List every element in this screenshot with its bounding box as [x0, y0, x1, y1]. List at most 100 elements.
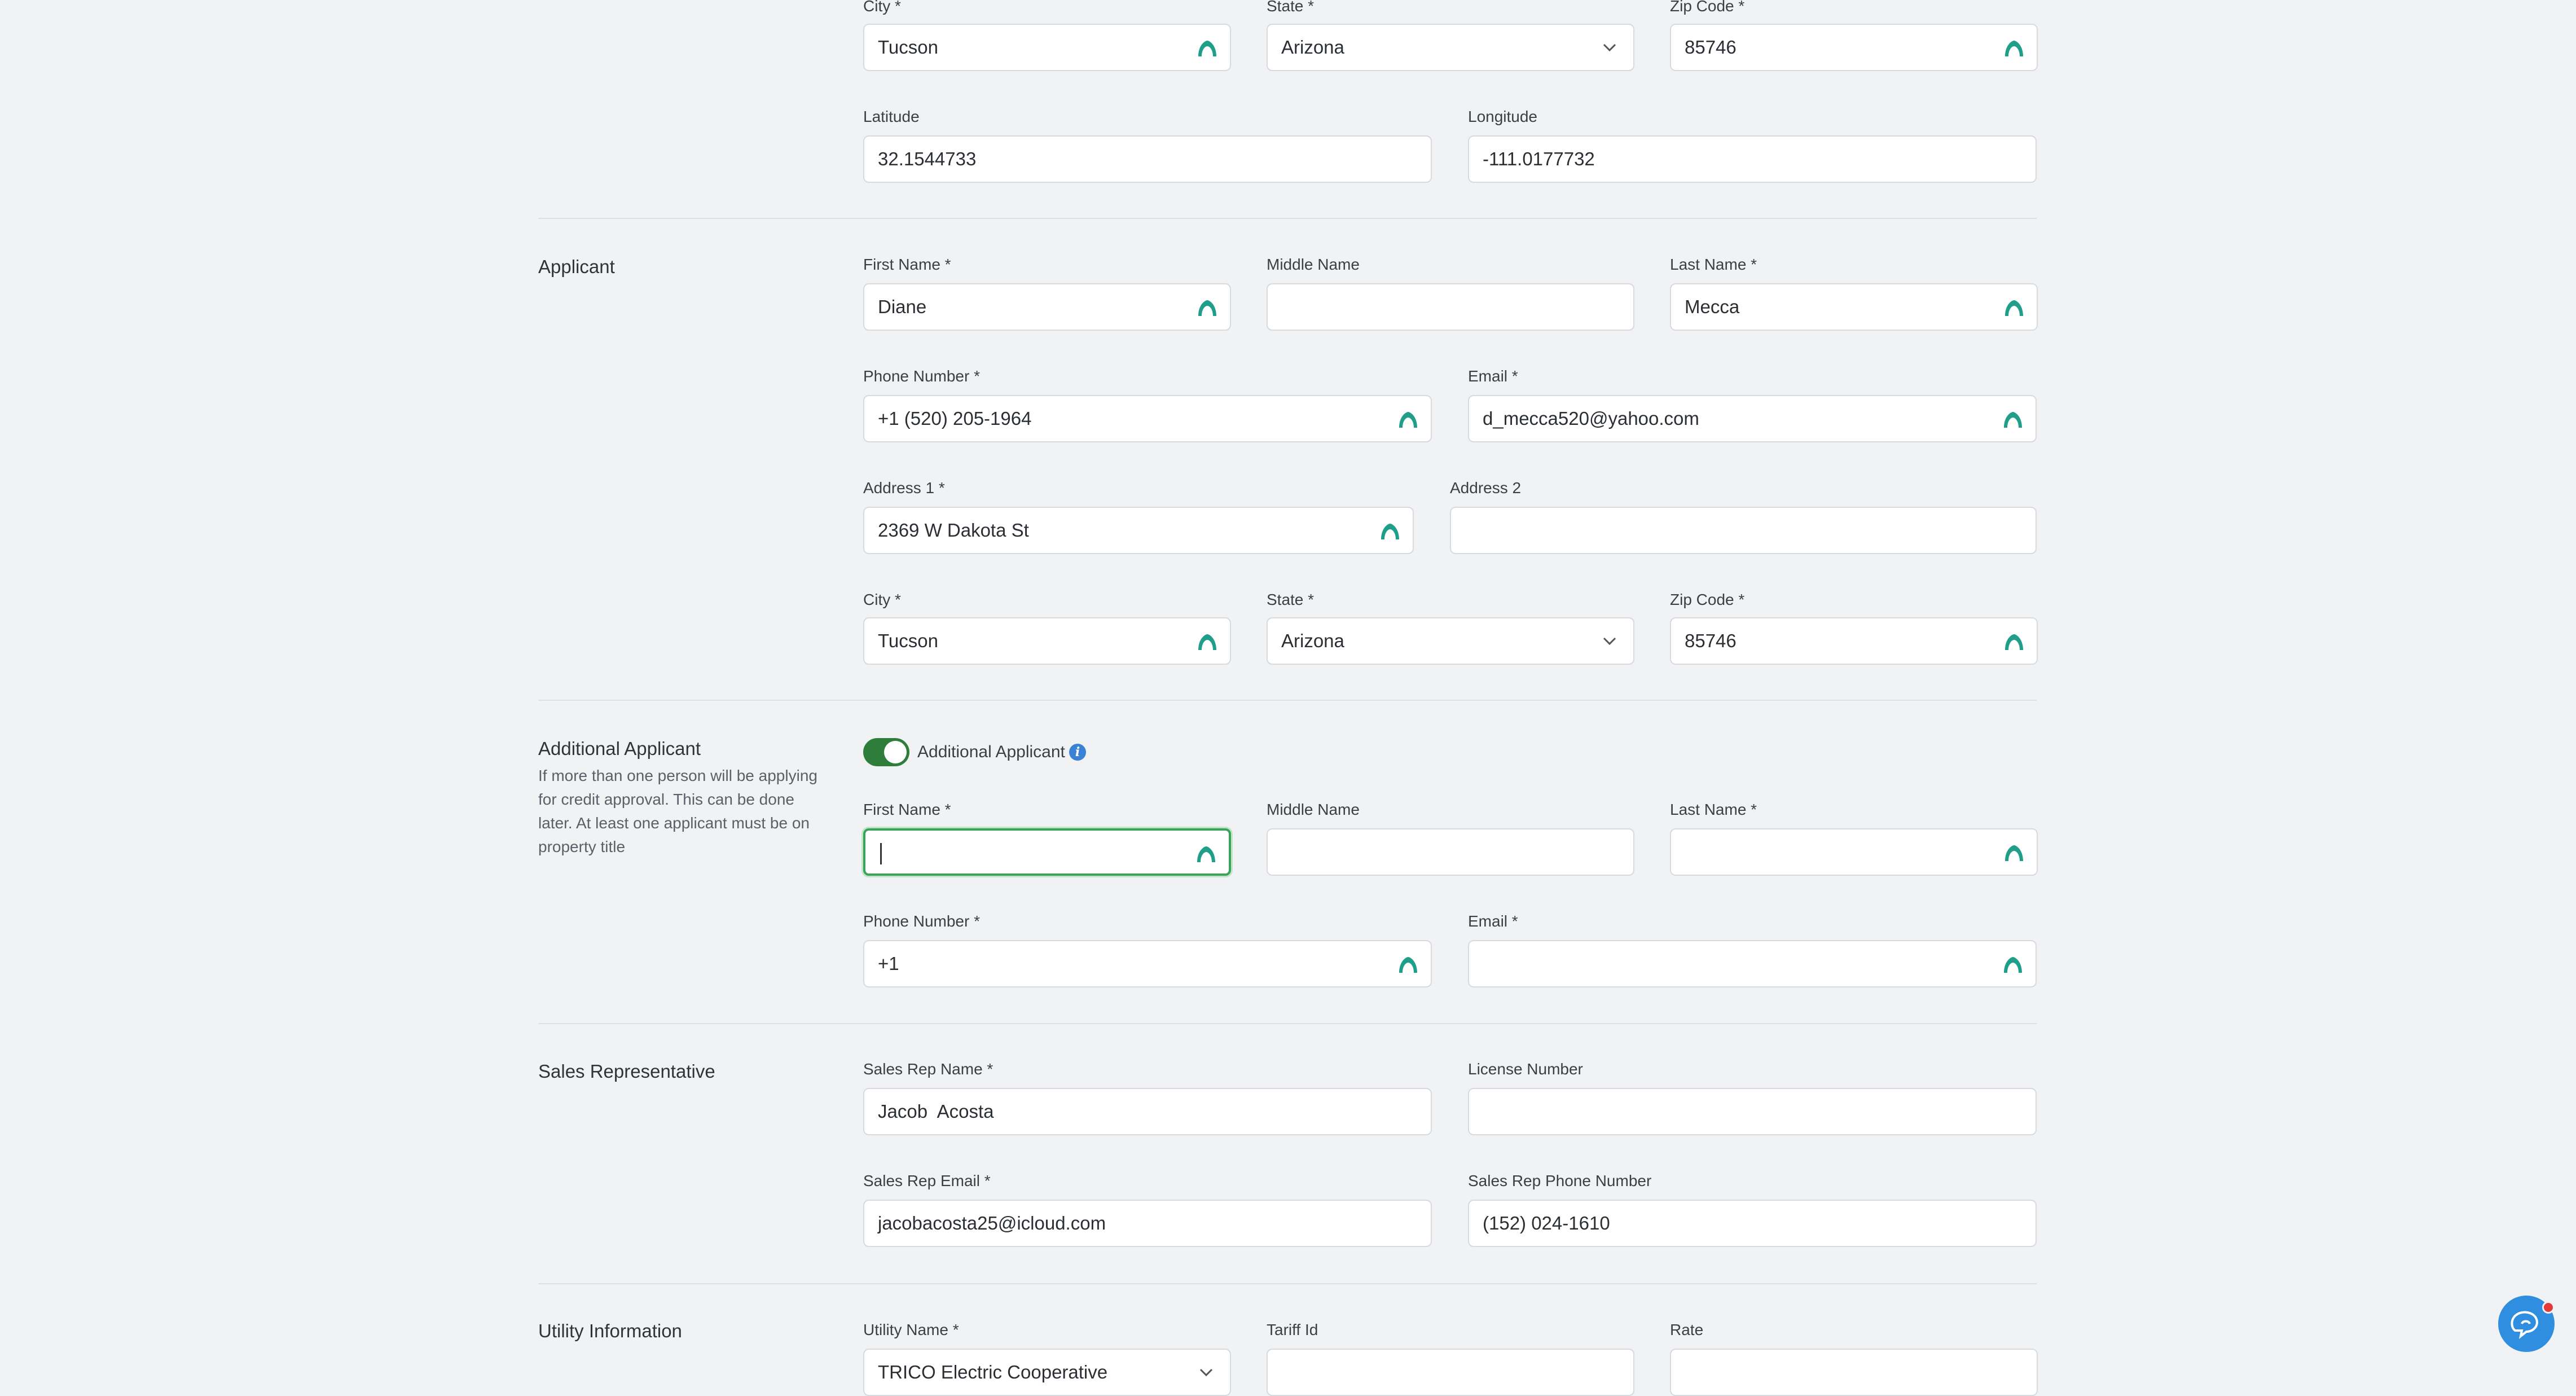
- address2-label: Address 2: [1450, 479, 1522, 497]
- additional-applicant-toggle-label: Additional Applicant: [917, 743, 1065, 761]
- utility-section-title: Utility Information: [538, 1320, 682, 1341]
- additional-applicant-toggle[interactable]: [863, 738, 909, 766]
- address1-input[interactable]: 2369 W Dakota St: [863, 507, 1414, 554]
- city-label: City *: [863, 0, 901, 15]
- longitude-value: -111.0177732: [1483, 148, 1595, 169]
- applicant-zip-input[interactable]: 85746: [1670, 617, 2038, 665]
- autofill-icon[interactable]: [2002, 954, 2024, 976]
- license-number-label: License Number: [1468, 1060, 1583, 1078]
- autofill-icon[interactable]: [1195, 843, 1217, 866]
- first-name-input[interactable]: Diane: [863, 283, 1231, 331]
- phone-value: +1 (520) 205-1964: [878, 408, 1032, 429]
- email-value: d_mecca520@yahoo.com: [1483, 408, 1699, 429]
- additional-first-name-input[interactable]: [863, 828, 1231, 876]
- latitude-value: 32.1544733: [878, 148, 977, 169]
- applicant-state-value: Arizona: [1281, 630, 1344, 651]
- last-name-value: Mecca: [1685, 296, 1740, 317]
- chevron-down-icon: [1603, 637, 1616, 646]
- applicant-state-select[interactable]: Arizona: [1267, 617, 1634, 665]
- rate-label: Rate: [1670, 1321, 1704, 1338]
- autofill-icon[interactable]: [1196, 297, 1219, 319]
- text-caret: [880, 843, 882, 864]
- address2-input[interactable]: [1450, 507, 2037, 554]
- email-input[interactable]: d_mecca520@yahoo.com: [1468, 395, 2037, 442]
- applicant-section-title: Applicant: [538, 256, 615, 277]
- address1-value: 2369 W Dakota St: [878, 520, 1029, 541]
- longitude-input[interactable]: -111.0177732: [1468, 135, 2037, 183]
- section-divider: [538, 700, 2037, 701]
- sales-rep-email-label: Sales Rep Email *: [863, 1172, 991, 1189]
- section-divider: [538, 1283, 2037, 1284]
- last-name-input[interactable]: Mecca: [1670, 283, 2038, 331]
- applicant-zip-label: Zip Code *: [1670, 591, 1745, 608]
- email-label: Email *: [1468, 367, 1518, 385]
- first-name-label: First Name *: [863, 256, 951, 273]
- autofill-icon[interactable]: [1397, 409, 1419, 431]
- middle-name-label: Middle Name: [1267, 256, 1360, 273]
- sales-rep-email-value: jacobacosta25@icloud.com: [878, 1213, 1106, 1233]
- section-divider: [538, 218, 2037, 219]
- additional-applicant-description: If more than one person will be applying…: [538, 767, 817, 855]
- additional-last-name-label: Last Name *: [1670, 801, 1757, 818]
- sales-rep-name-value: Jacob Acosta: [878, 1101, 994, 1122]
- state-select[interactable]: Arizona: [1267, 24, 1634, 71]
- applicant-zip-value: 85746: [1685, 630, 1737, 651]
- zip-value: 85746: [1685, 37, 1737, 58]
- autofill-icon[interactable]: [1397, 954, 1419, 976]
- utility-name-select[interactable]: TRICO Electric Cooperative: [863, 1349, 1231, 1396]
- address1-label: Address 1 *: [863, 479, 945, 497]
- sales-rep-phone-label: Sales Rep Phone Number: [1468, 1172, 1652, 1189]
- applicant-city-input[interactable]: Tucson: [863, 617, 1231, 665]
- middle-name-input[interactable]: [1267, 283, 1634, 331]
- autofill-icon[interactable]: [2003, 37, 2025, 60]
- applicant-city-value: Tucson: [878, 630, 938, 651]
- rate-input[interactable]: [1670, 1349, 2038, 1396]
- additional-last-name-input[interactable]: [1670, 828, 2038, 876]
- sales-rep-phone-input[interactable]: (152) 024-1610: [1468, 1200, 2037, 1247]
- applicant-city-label: City *: [863, 591, 901, 608]
- city-input[interactable]: Tucson: [863, 24, 1231, 71]
- autofill-icon[interactable]: [2003, 297, 2025, 319]
- sales-rep-name-label: Sales Rep Name *: [863, 1060, 994, 1078]
- additional-email-label: Email *: [1468, 912, 1518, 930]
- utility-name-value: TRICO Electric Cooperative: [878, 1362, 1108, 1382]
- sales-rep-name-input[interactable]: Jacob Acosta: [863, 1088, 1432, 1135]
- first-name-value: Diane: [878, 296, 927, 317]
- additional-middle-name-input[interactable]: [1267, 828, 1634, 876]
- state-label: State *: [1267, 0, 1315, 15]
- longitude-label: Longitude: [1468, 108, 1538, 125]
- latitude-input[interactable]: 32.1544733: [863, 135, 1432, 183]
- autofill-icon[interactable]: [1379, 520, 1401, 543]
- phone-input[interactable]: +1 (520) 205-1964: [863, 395, 1432, 442]
- additional-first-name-label: First Name *: [863, 801, 951, 818]
- additional-applicant-title: Additional Applicant: [538, 738, 701, 759]
- autofill-icon[interactable]: [2003, 842, 2025, 864]
- additional-email-input[interactable]: [1468, 940, 2037, 987]
- sales-rep-phone-value: (152) 024-1610: [1483, 1213, 1610, 1233]
- tariff-id-input[interactable]: [1267, 1349, 1634, 1396]
- autofill-icon[interactable]: [1196, 631, 1219, 653]
- autofill-icon[interactable]: [2003, 631, 2025, 653]
- city-value: Tucson: [878, 37, 938, 58]
- state-value: Arizona: [1281, 37, 1344, 58]
- phone-label: Phone Number *: [863, 367, 981, 385]
- chevron-down-icon: [1199, 1368, 1213, 1377]
- license-number-input[interactable]: [1468, 1088, 2037, 1135]
- additional-phone-value: +1: [878, 953, 899, 974]
- zip-label: Zip Code *: [1670, 0, 1745, 15]
- additional-phone-label: Phone Number *: [863, 912, 981, 930]
- additional-phone-input[interactable]: +1: [863, 940, 1432, 987]
- utility-name-label: Utility Name *: [863, 1321, 959, 1338]
- section-divider: [538, 1023, 2037, 1024]
- sales-rep-section-title: Sales Representative: [538, 1061, 715, 1082]
- info-icon[interactable]: i: [1069, 744, 1086, 761]
- notification-dot: [2542, 1301, 2555, 1314]
- zip-input[interactable]: 85746: [1670, 24, 2038, 71]
- tariff-id-label: Tariff Id: [1267, 1321, 1318, 1338]
- autofill-icon[interactable]: [2002, 409, 2024, 431]
- chevron-down-icon: [1603, 43, 1616, 52]
- latitude-label: Latitude: [863, 108, 920, 125]
- sales-rep-email-input[interactable]: jacobacosta25@icloud.com: [863, 1200, 1432, 1247]
- autofill-icon[interactable]: [1196, 37, 1219, 60]
- additional-middle-name-label: Middle Name: [1267, 801, 1360, 818]
